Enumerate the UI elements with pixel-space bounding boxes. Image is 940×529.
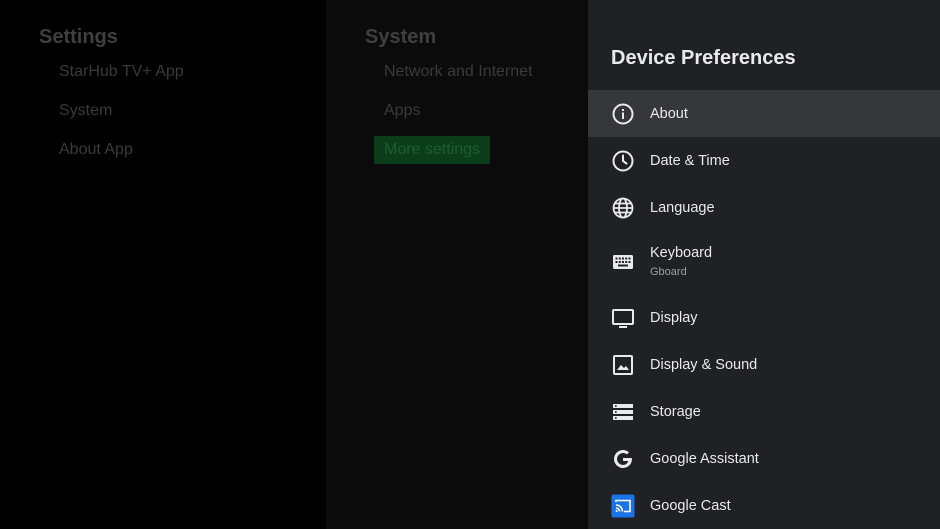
menu-item-language[interactable]: Language [588,184,940,231]
google-g-icon [611,447,635,471]
settings-title: Settings [39,26,118,48]
menu-label-about: About [650,105,688,122]
keyboard-icon [611,250,635,274]
cast-icon [611,494,635,518]
system-column: System Network and Internet Apps More se… [326,0,588,529]
monitor-icon [611,306,635,330]
menu-label-display: Display [650,309,698,326]
settings-column: Settings StarHub TV+ App System About Ap… [0,0,326,529]
menu-sublabel-keyboard: Gboard [650,266,687,278]
menu-item-google-cast[interactable]: Google Cast [588,482,940,529]
menu-item-display[interactable]: Display [588,294,940,341]
image-icon [611,353,635,377]
system-item-apps[interactable]: Apps [384,102,420,120]
device-preferences-panel: Device Preferences About Date & Time Lan… [588,0,940,529]
menu-item-date-time[interactable]: Date & Time [588,137,940,184]
system-title: System [365,26,437,48]
menu-item-google-assistant[interactable]: Google Assistant [588,435,940,482]
device-preferences-title: Device Preferences [611,47,796,69]
system-item-network[interactable]: Network and Internet [384,63,533,81]
settings-item-system[interactable]: System [59,102,112,120]
menu-label-language: Language [650,199,715,216]
menu-item-storage[interactable]: Storage [588,388,940,435]
clock-icon [611,149,635,173]
menu-item-keyboard[interactable]: Keyboard Gboard [588,238,940,285]
storage-icon [611,400,635,424]
menu-item-display-sound[interactable]: Display & Sound [588,341,940,388]
menu-label-keyboard: Keyboard [650,245,713,261]
menu-label-storage: Storage [650,403,701,420]
menu-label-google-cast: Google Cast [650,497,731,514]
menu-item-about[interactable]: About [588,90,940,137]
system-item-more-settings[interactable]: More settings [374,136,491,164]
globe-icon [611,196,635,220]
menu-label-display-sound: Display & Sound [650,356,758,373]
info-icon [611,102,635,126]
settings-item-about-app[interactable]: About App [59,141,133,159]
menu-label-google-assistant: Google Assistant [650,450,759,467]
settings-item-starhub-app[interactable]: StarHub TV+ App [59,63,184,81]
menu-label-date-time: Date & Time [650,152,730,169]
